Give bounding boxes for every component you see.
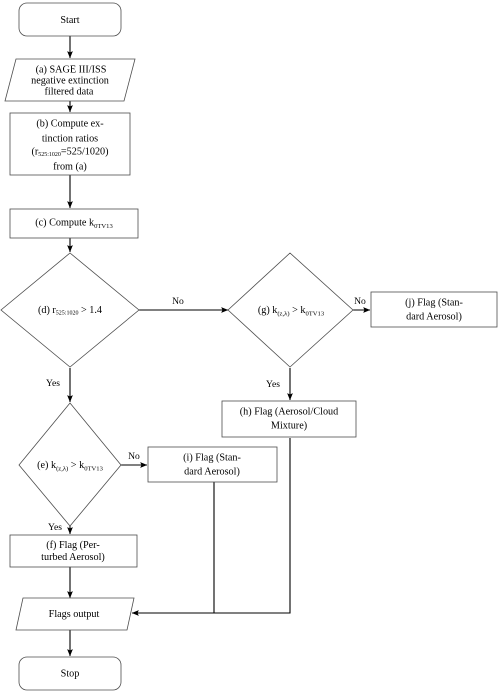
b-ratio-post: =525/1020) xyxy=(61,147,109,158)
node-e-k-decision[interactable]: (e) k(z,λ) > k0TV13 xyxy=(18,402,122,527)
e-label-mid: > k xyxy=(68,460,85,471)
e-label-pre: (e) k xyxy=(37,460,57,471)
f-label-line1: (f) Flag (Per- xyxy=(46,540,100,551)
flags-output-label: Flags output xyxy=(49,609,100,620)
g-label-pre: (g) k xyxy=(258,305,278,316)
flowchart-diagram: No Yes No Yes No Yes Start (a) SAGE III/… xyxy=(0,0,500,696)
h-label-line1: (h) Flag (Aerosol/Cloud xyxy=(240,406,338,417)
node-j-flag-standard-aerosol[interactable]: (j) Flag (Stan- dard Aerosol) xyxy=(370,291,498,328)
node-g-k-decision[interactable]: (g) k(z,λ) > k0TV13 xyxy=(227,252,354,368)
node-h-flag-aerosol-cloud-mixture[interactable]: (h) Flag (Aerosol/Cloud Mixture) xyxy=(221,400,357,438)
edge-label-g-yes: Yes xyxy=(266,379,280,390)
a-label-line3: filtered data xyxy=(45,86,94,97)
c-label-subscript: 0TV13 xyxy=(94,222,113,229)
g-label-subscript2: 0TV13 xyxy=(305,310,324,317)
edge-label-e-no: No xyxy=(128,451,140,462)
g-label-subscript: (z,λ) xyxy=(277,310,289,317)
f-label-line2: turbed Aerosol) xyxy=(41,552,105,563)
b-label-line4: from (a) xyxy=(53,161,87,172)
b-ratio-subscript: 525:1020 xyxy=(38,152,61,158)
node-b-compute-ratios[interactable]: (b) Compute ex- tinction ratios (r525:10… xyxy=(9,112,131,176)
node-stop[interactable]: Stop xyxy=(18,656,122,691)
h-label-line2: Mixture) xyxy=(271,420,307,431)
edge-label-g-no: No xyxy=(354,296,366,307)
node-a-input-data[interactable]: (a) SAGE III/ISS negative extinction fil… xyxy=(4,58,136,102)
flowchart-canvas: No Yes No Yes No Yes Start (a) SAGE III/… xyxy=(0,2,498,691)
i-label-line1: (i) Flag (Stan- xyxy=(183,452,241,463)
a-label-line2: negative extinction xyxy=(31,75,109,86)
i-label-line2: dard Aerosol) xyxy=(184,466,240,477)
start-label: Start xyxy=(60,15,79,26)
d-label-post: > 1.4 xyxy=(78,305,102,316)
node-d-ratio-decision[interactable]: (d) r525:1020 > 1.4 xyxy=(0,252,140,368)
node-flags-output[interactable]: Flags output xyxy=(15,597,135,631)
d-label-subscript: 525:1020 xyxy=(56,311,79,317)
edge-i-to-flags-output xyxy=(131,482,215,616)
j-label-line1: (j) Flag (Stan- xyxy=(405,297,463,308)
node-i-flag-standard-aerosol[interactable]: (i) Flag (Stan- dard Aerosol) xyxy=(147,446,278,483)
edge-label-d-yes: Yes xyxy=(46,378,60,389)
a-label-line1: (a) SAGE III/ISS xyxy=(36,64,107,75)
node-c-compute-k0tv13[interactable]: (c) Compute k0TV13 xyxy=(9,208,139,239)
d-label-pre: (d) r xyxy=(38,305,56,316)
e-label-subscript: (z,λ) xyxy=(56,465,68,472)
g-label-mid: > k xyxy=(290,305,307,316)
edge-label-e-yes: Yes xyxy=(48,522,62,533)
b-label-line1: (b) Compute ex- xyxy=(36,118,104,129)
e-label-subscript2: 0TV13 xyxy=(84,465,103,472)
edge-label-d-no: No xyxy=(172,296,184,307)
j-label-line2: dard Aerosol) xyxy=(406,311,462,322)
stop-label: Stop xyxy=(61,668,80,679)
c-label-pre: (c) Compute k xyxy=(35,218,95,229)
node-start[interactable]: Start xyxy=(18,2,122,37)
node-f-flag-perturbed-aerosol[interactable]: (f) Flag (Per- turbed Aerosol) xyxy=(9,534,138,568)
b-label-line2: tinction ratios xyxy=(42,133,98,144)
